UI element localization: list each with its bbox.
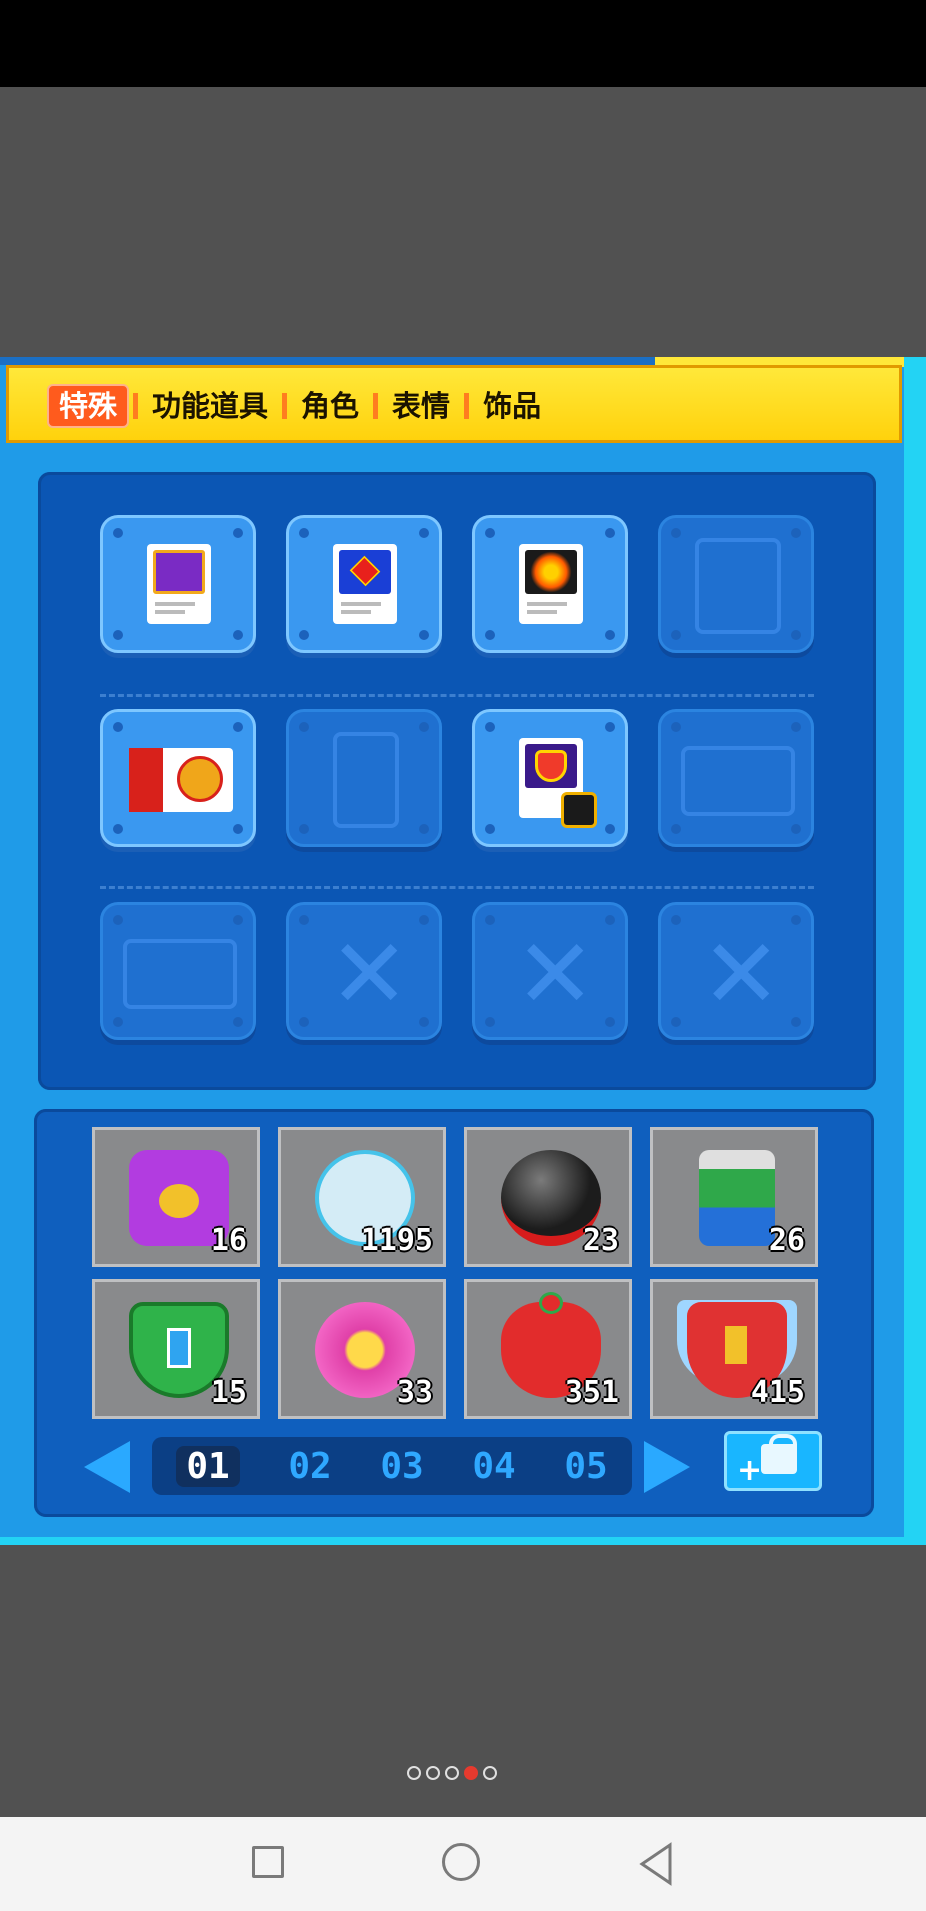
page-dot[interactable] <box>445 1766 459 1780</box>
x-placeholder-icon: ✕ <box>329 918 410 1030</box>
page-02[interactable]: 02 <box>288 1446 331 1487</box>
navigation-bar <box>0 1817 926 1911</box>
item-count: 16 <box>210 1223 247 1258</box>
inventory-slot[interactable]: 23 <box>464 1127 632 1267</box>
superman-card-icon <box>333 544 397 624</box>
item-count: 26 <box>768 1223 805 1258</box>
tip-card-placeholder-icon <box>695 538 781 634</box>
previous-page-arrow-icon[interactable] <box>84 1441 130 1493</box>
square-icon <box>252 1846 284 1878</box>
inventory-slot[interactable]: 16 <box>92 1127 260 1267</box>
page-dot[interactable] <box>483 1766 497 1780</box>
inventory-slot[interactable]: 415 <box>650 1279 818 1419</box>
equip-slot-tip-empty[interactable] <box>658 515 814 653</box>
tab-emotes[interactable]: 表情 <box>382 386 460 426</box>
equip-slot-locked[interactable]: ✕ <box>286 902 442 1040</box>
item-count: 415 <box>750 1375 805 1410</box>
inventory-panel: 16 1195 23 26 15 33 351 415 01 02 03 04 … <box>34 1109 874 1517</box>
tab-separator <box>373 393 379 419</box>
equip-slot-fire-card[interactable] <box>472 515 628 653</box>
equip-slot-heart-card[interactable] <box>472 709 628 847</box>
item-count: 15 <box>210 1375 247 1410</box>
equip-slot-sound-empty[interactable] <box>286 709 442 847</box>
equip-slot-chance-card[interactable] <box>100 709 256 847</box>
equip-slot-s-card[interactable] <box>100 515 256 653</box>
paint-can-icon <box>699 1150 775 1246</box>
next-page-arrow-icon[interactable] <box>644 1441 690 1493</box>
home-button[interactable] <box>438 1839 488 1889</box>
sound-card-placeholder-icon <box>333 732 399 828</box>
item-count: 23 <box>582 1223 619 1258</box>
tab-special[interactable]: 特殊 <box>47 384 130 428</box>
fire-card-icon <box>519 544 583 624</box>
equip-slot-love-empty[interactable] <box>100 902 256 1040</box>
row-divider <box>100 694 814 697</box>
page-dot-active[interactable] <box>464 1766 478 1780</box>
tab-function-items[interactable]: 功能道具 <box>142 386 278 426</box>
game-inventory-screen: 特殊 功能道具 角色 表情 饰品 ✕ ✕ ✕ 16 1195 23 26 15 … <box>0 357 926 1545</box>
equip-slot-superman-card[interactable] <box>286 515 442 653</box>
tab-separator <box>464 393 470 419</box>
tabs: 特殊 功能道具 角色 表情 饰品 <box>47 384 551 428</box>
page-05[interactable]: 05 <box>564 1446 607 1487</box>
item-count: 1195 <box>360 1223 433 1258</box>
page-03[interactable]: 03 <box>380 1446 423 1487</box>
x-placeholder-icon: ✕ <box>701 918 782 1030</box>
equip-slot-certificate-empty[interactable] <box>658 709 814 847</box>
equipped-card-panel: ✕ ✕ ✕ <box>38 472 876 1090</box>
unlock-slot-button[interactable]: + <box>724 1431 822 1491</box>
back-button[interactable] <box>632 1839 682 1889</box>
chance-card-icon <box>129 748 233 812</box>
back-triangle-icon <box>639 1842 672 1886</box>
item-count: 351 <box>564 1375 619 1410</box>
certificate-placeholder-icon <box>681 746 795 816</box>
status-bar <box>0 0 926 87</box>
page-01[interactable]: 01 <box>176 1445 240 1487</box>
plus-icon: + <box>737 1453 763 1488</box>
equip-slot-locked[interactable]: ✕ <box>472 902 628 1040</box>
circle-icon <box>442 1843 480 1881</box>
category-tab-bar: 特殊 功能道具 角色 表情 饰品 <box>6 365 902 443</box>
inventory-slot[interactable]: 1195 <box>278 1127 446 1267</box>
page-dot[interactable] <box>407 1766 421 1780</box>
game-bottom-border <box>0 1537 926 1545</box>
top-strip <box>0 357 660 365</box>
heart-plus-card-icon <box>519 738 597 828</box>
lock-body <box>761 1444 797 1474</box>
inventory-slot[interactable]: 33 <box>278 1279 446 1419</box>
tab-character[interactable]: 角色 <box>291 386 369 426</box>
love-card-placeholder-icon <box>123 939 237 1009</box>
inventory-slot[interactable]: 351 <box>464 1279 632 1419</box>
x-placeholder-icon: ✕ <box>515 918 596 1030</box>
recent-apps-button[interactable] <box>245 1839 295 1889</box>
image-page-indicator <box>407 1766 497 1786</box>
page-04[interactable]: 04 <box>472 1446 515 1487</box>
tab-accessories[interactable]: 饰品 <box>473 386 551 426</box>
tab-separator <box>133 393 139 419</box>
s-card-icon <box>147 544 211 624</box>
page-dot[interactable] <box>426 1766 440 1780</box>
item-count: 33 <box>396 1375 433 1410</box>
inventory-slot[interactable]: 26 <box>650 1127 818 1267</box>
equip-slot-locked[interactable]: ✕ <box>658 902 814 1040</box>
inventory-slot[interactable]: 15 <box>92 1279 260 1419</box>
row-divider <box>100 886 814 889</box>
game-right-border <box>904 357 926 1545</box>
page-selector: 01 02 03 04 05 <box>152 1437 632 1495</box>
tab-separator <box>282 393 288 419</box>
